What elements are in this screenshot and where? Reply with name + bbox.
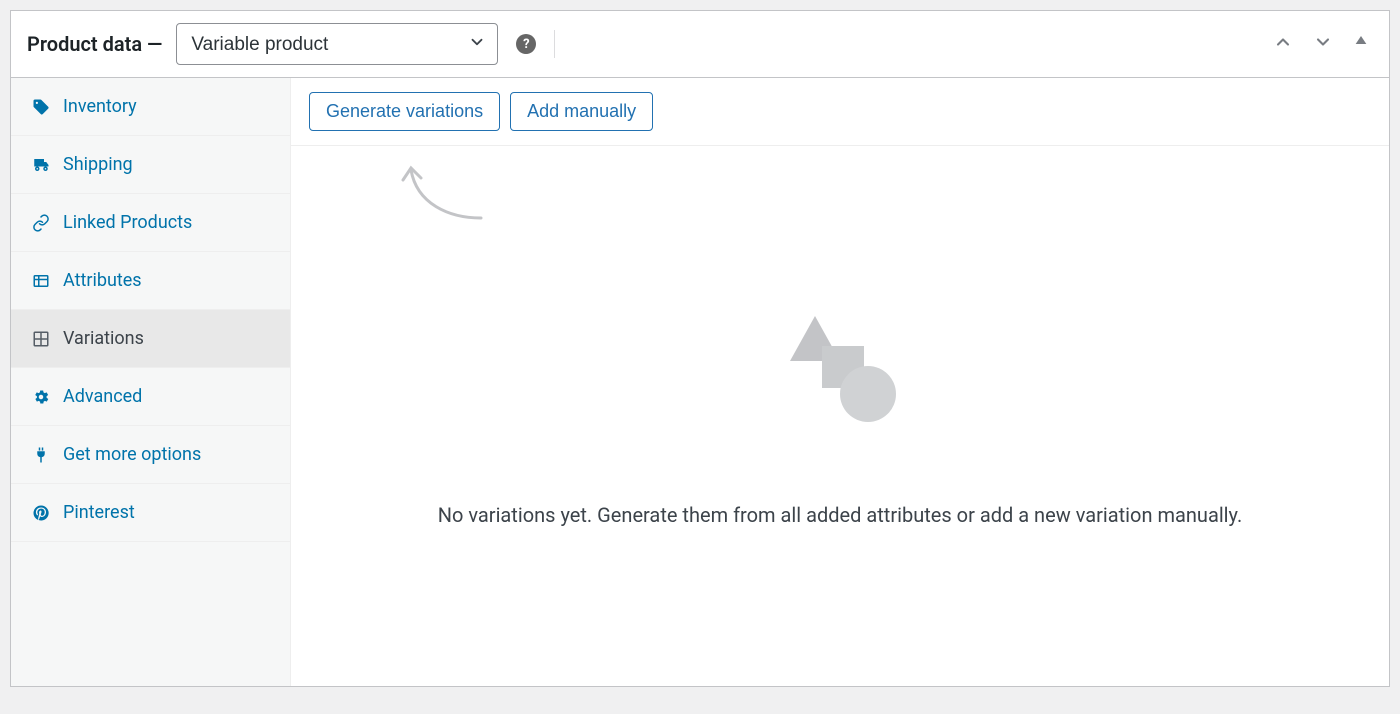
collapse-icon[interactable] (1349, 28, 1373, 60)
tab-label: Inventory (63, 96, 137, 117)
header-divider (554, 30, 555, 58)
panel-title: Product data — (27, 32, 162, 56)
tab-label: Pinterest (63, 502, 135, 523)
tab-label: Advanced (63, 386, 142, 407)
panel-body: Inventory Shipping Linked Products Attri… (11, 78, 1389, 686)
tab-label: Attributes (63, 270, 142, 291)
variations-toolbar: Generate variations Add manually (291, 78, 1389, 146)
pinterest-icon (31, 504, 51, 522)
tab-label: Shipping (63, 154, 133, 175)
variations-content: Generate variations Add manually (291, 78, 1389, 686)
empty-shapes-icon (780, 316, 900, 430)
tab-shipping[interactable]: Shipping (11, 136, 290, 194)
product-data-tabs: Inventory Shipping Linked Products Attri… (11, 78, 291, 686)
empty-state-message: No variations yet. Generate them from al… (438, 500, 1243, 530)
gear-icon (31, 388, 51, 406)
hint-arrow-icon (399, 160, 489, 234)
attributes-icon (31, 272, 51, 290)
move-up-icon[interactable] (1269, 28, 1297, 60)
generate-variations-button[interactable]: Generate variations (309, 92, 500, 131)
tab-pinterest[interactable]: Pinterest (11, 484, 290, 542)
tab-linked-products[interactable]: Linked Products (11, 194, 290, 252)
tab-advanced[interactable]: Advanced (11, 368, 290, 426)
shipping-icon (31, 156, 51, 174)
panel-controls (1269, 28, 1373, 60)
inventory-icon (31, 98, 51, 116)
add-manually-button[interactable]: Add manually (510, 92, 653, 131)
help-icon[interactable]: ? (516, 34, 536, 54)
link-icon (31, 214, 51, 232)
variations-icon (31, 330, 51, 348)
move-down-icon[interactable] (1309, 28, 1337, 60)
panel-header: Product data — Variable product ? (11, 11, 1389, 78)
tab-label: Variations (63, 328, 144, 349)
tab-variations[interactable]: Variations (11, 310, 290, 368)
product-type-select[interactable]: Variable product (176, 23, 498, 65)
tab-label: Get more options (63, 444, 201, 465)
tab-inventory[interactable]: Inventory (11, 78, 290, 136)
variations-empty-state: No variations yet. Generate them from al… (291, 146, 1389, 686)
tab-get-more-options[interactable]: Get more options (11, 426, 290, 484)
product-data-panel: Product data — Variable product ? (10, 10, 1390, 687)
plug-icon (31, 446, 51, 464)
tab-label: Linked Products (63, 212, 192, 233)
product-type-dropdown[interactable]: Variable product (176, 23, 498, 65)
tab-attributes[interactable]: Attributes (11, 252, 290, 310)
